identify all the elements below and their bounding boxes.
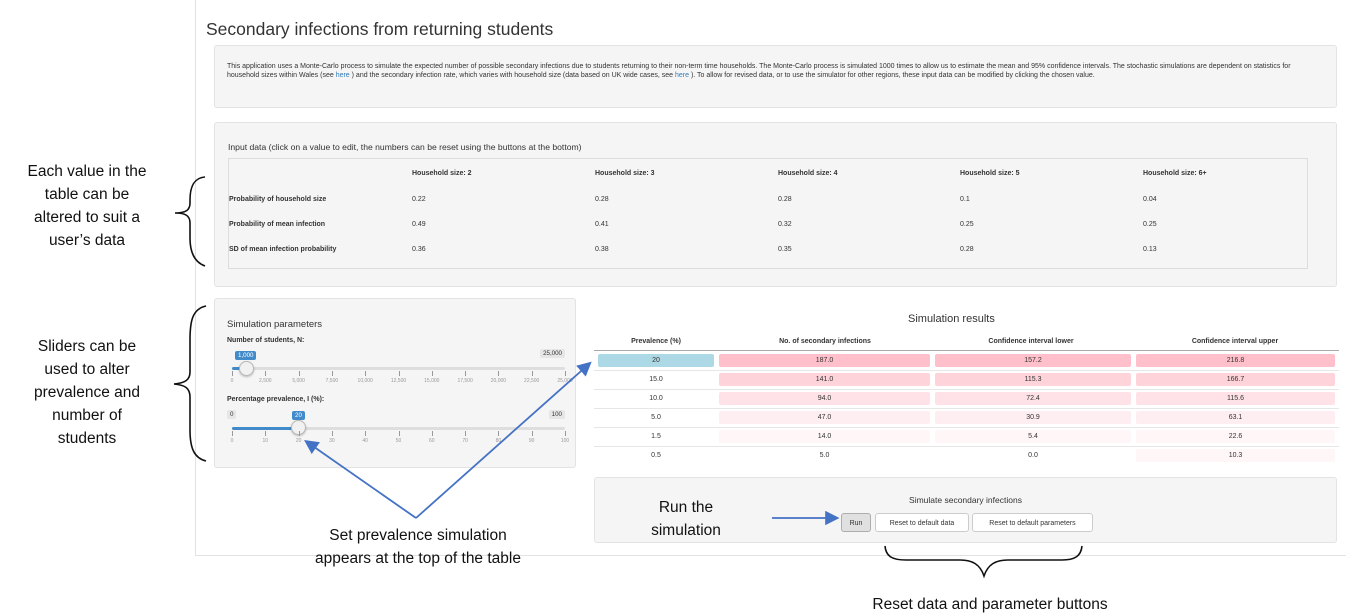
prevalence-arrow-left-icon bbox=[304, 439, 417, 519]
prevalence-arrow-right-icon bbox=[415, 361, 592, 519]
annotation-graphics bbox=[173, 176, 1083, 579]
sliders-brace-icon bbox=[173, 305, 207, 462]
table-brace-icon bbox=[174, 176, 206, 267]
reset-brace-icon bbox=[884, 545, 1083, 579]
